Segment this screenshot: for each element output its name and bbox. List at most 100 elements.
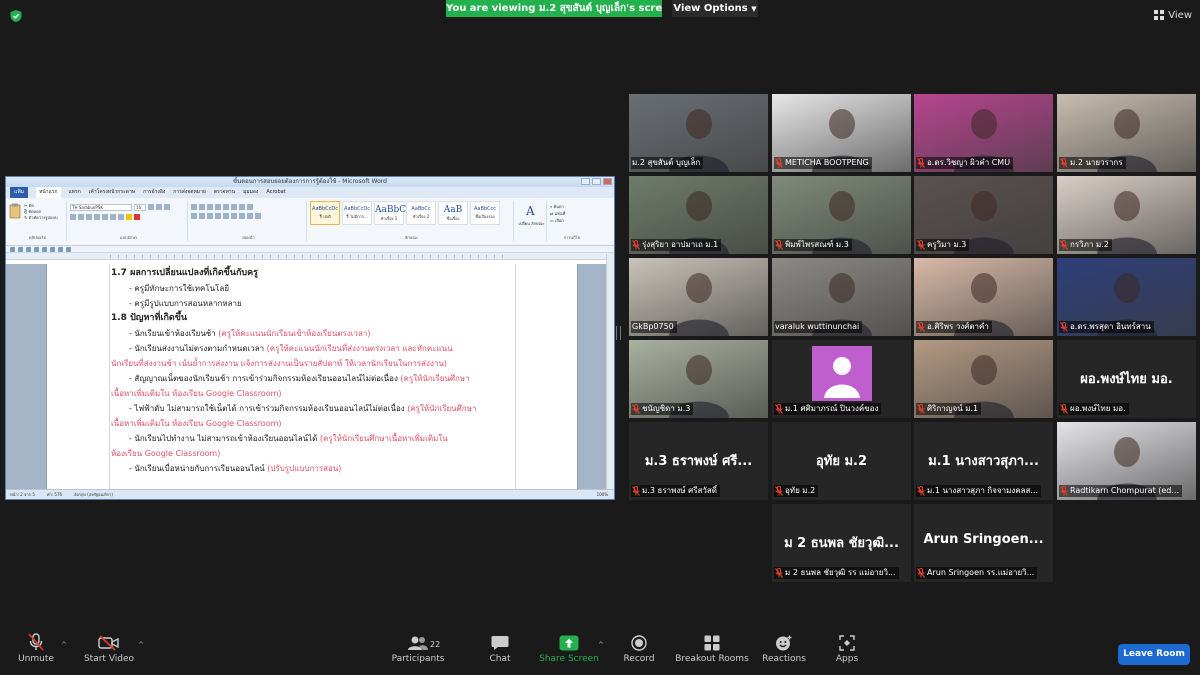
participant-name: รุ่งสุริยา อาปมาเถ ม.1: [642, 240, 719, 249]
participant-tile[interactable]: อ.ศิริพร วงศ์ตาคำ: [914, 258, 1053, 336]
doc-text-run: - นักเรียนเบื่อหน่ายกับการเรียนออนไลน์: [129, 464, 265, 473]
participant-name-label: METICHA BOOTPENG: [774, 157, 872, 169]
word-title-bar: ขั้นตอนการสอบย่อยต้องการการรู้ต้องใช้ - …: [6, 177, 614, 187]
style-swatch: AaBbCcDc ¶ ปกติ: [310, 201, 340, 225]
participant-tile[interactable]: อ.ดร.พรสุดา อินทร์สาน: [1057, 258, 1196, 336]
gallery-view-button[interactable]: View: [1154, 8, 1192, 22]
participant-tile[interactable]: พิมพ์ไพรสณฑ์ ม.3: [772, 176, 911, 254]
participant-tile[interactable]: ม.2 สุขสันต์ บุญเล็ก: [629, 94, 768, 172]
participant-tile[interactable]: METICHA BOOTPENG: [772, 94, 911, 172]
participant-name: Arun Sringoen รร.แม่อายวิ...: [927, 568, 1035, 577]
style-name: ¶ ปกติ: [319, 214, 331, 219]
change-styles-icon: A: [525, 204, 535, 218]
share-options-caret[interactable]: ^: [594, 630, 604, 675]
participant-name-label: varaluk wuttinunchai: [774, 321, 863, 333]
microphone-muted-icon: [632, 486, 640, 496]
doc-bullet: - ครูมีรูปแบบการสอนหลากหลาย: [111, 296, 515, 311]
paragraph-group: ย่อหน้า: [191, 201, 307, 241]
breakout-rooms-button[interactable]: Breakout Rooms: [674, 630, 750, 675]
participant-name-label: ผอ.พงษ์ไทย มอ.: [1059, 403, 1129, 415]
record-label: Record: [623, 654, 655, 664]
status-page: หน้า: 2 จาก 5: [10, 492, 35, 497]
panel-splitter-handle[interactable]: [616, 326, 621, 340]
encryption-shield-icon[interactable]: [9, 9, 23, 23]
participant-name: ม.1 นางสาวสุภา กิจจามงคลส...: [927, 486, 1039, 495]
doc-text-run: - สัญญาณเน็ตของนักเรียนช้า การเข้าร่วมกิ…: [129, 374, 398, 383]
share-screen-icon: [559, 635, 579, 651]
smiley-plus-icon: [776, 635, 792, 651]
word-tab: ตรวจทาน: [213, 189, 236, 195]
participant-tile[interactable]: GkBp0750: [629, 258, 768, 336]
word-tab: การส่งจดหมาย: [173, 189, 206, 195]
word-tab: แทรก: [68, 189, 81, 195]
font-group-label: แบบอักษร: [119, 235, 138, 240]
unmute-button[interactable]: Unmute: [12, 630, 60, 675]
participant-tile[interactable]: ม.1 ศศิมาภรณ์ ปินวงค์ของ: [772, 340, 911, 418]
doc-note-run: ห้องเรียน Google Classroom): [111, 449, 221, 458]
participant-name-label: อ.ศิริพร วงศ์ตาคำ: [916, 321, 992, 333]
participant-name-label: อุทัย ม.2: [774, 485, 819, 497]
doc-text-run: - นักเรียนไปทำงาน ไม่สามารถเข้าห้องเรียน…: [129, 434, 318, 443]
participant-display-name: Arun Sringoen...: [923, 532, 1044, 547]
start-video-label: Start Video: [83, 654, 135, 664]
highlight-icon: [126, 214, 132, 220]
participant-name: ผอ.พงษ์ไทย มอ.: [1070, 404, 1126, 413]
participant-tile[interactable]: ม 2 ธนพล ชัยวุฒิ... ม 2 ธนพล ชัยวุฒิ รร แ…: [772, 504, 911, 582]
participant-name: อุทัย ม.2: [785, 486, 816, 495]
caret-up-icon: ^: [598, 641, 604, 649]
microphone-muted-icon: [1060, 404, 1068, 414]
participant-tile[interactable]: ม.2 นายวรากร: [1057, 94, 1196, 172]
word-title: ขั้นตอนการสอบย่อยต้องการการรู้ต้องใช้ - …: [233, 178, 387, 185]
status-zoom: 100%: [596, 492, 608, 497]
participant-tile[interactable]: Radtikarn Chompurat (ed...: [1057, 422, 1196, 500]
participant-tile[interactable]: ศิริกาญจน์ ม.1: [914, 340, 1053, 418]
video-camera-off-icon: [98, 635, 119, 651]
participant-display-name: ม.1 นางสาวสุภา...: [928, 454, 1039, 469]
view-options-button[interactable]: View Options ▼: [672, 0, 758, 17]
doc-note-run: (ครูให้นักเรียนศึกษา: [397, 374, 470, 383]
doc-bullet: ห้องเรียน Google Classroom): [111, 446, 515, 461]
font-grow-shrink: [148, 204, 170, 211]
participant-tile[interactable]: ครูวิมา ม.3: [914, 176, 1053, 254]
doc-bullet: นักเรียนที่ส่งงานช้า เน้นย้ำการส่งงาน แจ…: [111, 356, 515, 371]
video-options-caret[interactable]: ^: [134, 630, 144, 675]
start-video-button[interactable]: Start Video: [80, 630, 138, 675]
microphone-muted-icon: [917, 240, 925, 250]
breakout-rooms-label: Breakout Rooms: [675, 654, 749, 664]
participant-tile[interactable]: อุทัย ม.2 อุทัย ม.2: [772, 422, 911, 500]
leave-room-button[interactable]: Leave Room: [1118, 644, 1190, 665]
participant-tile[interactable]: รุ่งสุริยา อาปมาเถ ม.1: [629, 176, 768, 254]
participant-tile[interactable]: ม.1 นางสาวสุภา... ม.1 นางสาวสุภา กิจจามงค…: [914, 422, 1053, 500]
participant-name: ม 2 ธนพล ชัยวุฒิ รร แม่อายวิ...: [785, 568, 896, 577]
font-color-icon: [134, 214, 140, 220]
apps-button[interactable]: Apps: [828, 630, 866, 675]
participant-name: Radtikarn Chompurat (ed...: [1070, 486, 1179, 495]
share-screen-button[interactable]: Share Screen: [539, 630, 599, 675]
participant-tile[interactable]: กรวิภา ม.2: [1057, 176, 1196, 254]
participant-tile[interactable]: ผอ.พงษ์ไทย มอ. ผอ.พงษ์ไทย มอ.: [1057, 340, 1196, 418]
participant-tile[interactable]: Arun Sringoen... Arun Sringoen รร.แม่อายว…: [914, 504, 1053, 582]
participant-tile[interactable]: ม.3 ธราพงษ์ ศรี... ม.3 ธราพงษ์ ศรีสวัสดิ์: [629, 422, 768, 500]
word-tab: Acrobat: [266, 189, 286, 195]
participant-tile[interactable]: ชนัญชิดา ม.3: [629, 340, 768, 418]
paste-icon: [9, 203, 21, 219]
participant-tile[interactable]: อ.ดร.วิชญา ผิวคำ CMU: [914, 94, 1053, 172]
record-button[interactable]: Record: [619, 630, 659, 675]
participants-label: Participants: [391, 654, 445, 664]
participant-tile[interactable]: varaluk wuttinunchai: [772, 258, 911, 336]
microphone-muted-icon: [1060, 322, 1068, 332]
format-painter-label: ✎ ตัวคัดวางรูปแบบ: [24, 215, 58, 220]
doc-bullet: - นักเรียนเข้าห้องเรียนช้า (ครูให้คะแนนน…: [111, 326, 515, 341]
chat-button[interactable]: Chat: [478, 630, 522, 675]
document-text: 1.7 ผลการเปลี่ยนแปลงที่เกิดขึ้นกับครู - ค…: [111, 266, 515, 476]
audio-options-caret[interactable]: ^: [57, 630, 67, 675]
zoom-meeting-window: { "banner": { "viewing": "You are viewin…: [0, 0, 1200, 675]
reactions-label: Reactions: [762, 654, 806, 664]
reactions-button[interactable]: Reactions: [760, 630, 808, 675]
style-name: หัวเรื่อง 2: [412, 214, 430, 219]
participants-count: 22: [430, 640, 441, 649]
participants-button[interactable]: Participants: [390, 630, 446, 675]
microphone-muted-icon: [917, 322, 925, 332]
clipboard-group: ✂ ตัด ⎘ คัดลอก ✎ ตัวคัดวางรูปแบบ คลิปบอร…: [9, 201, 67, 241]
doc-note-run: (ครูให้คะแนนนักเรียนที่ส่งงานตรงเวลา และ…: [264, 344, 453, 353]
